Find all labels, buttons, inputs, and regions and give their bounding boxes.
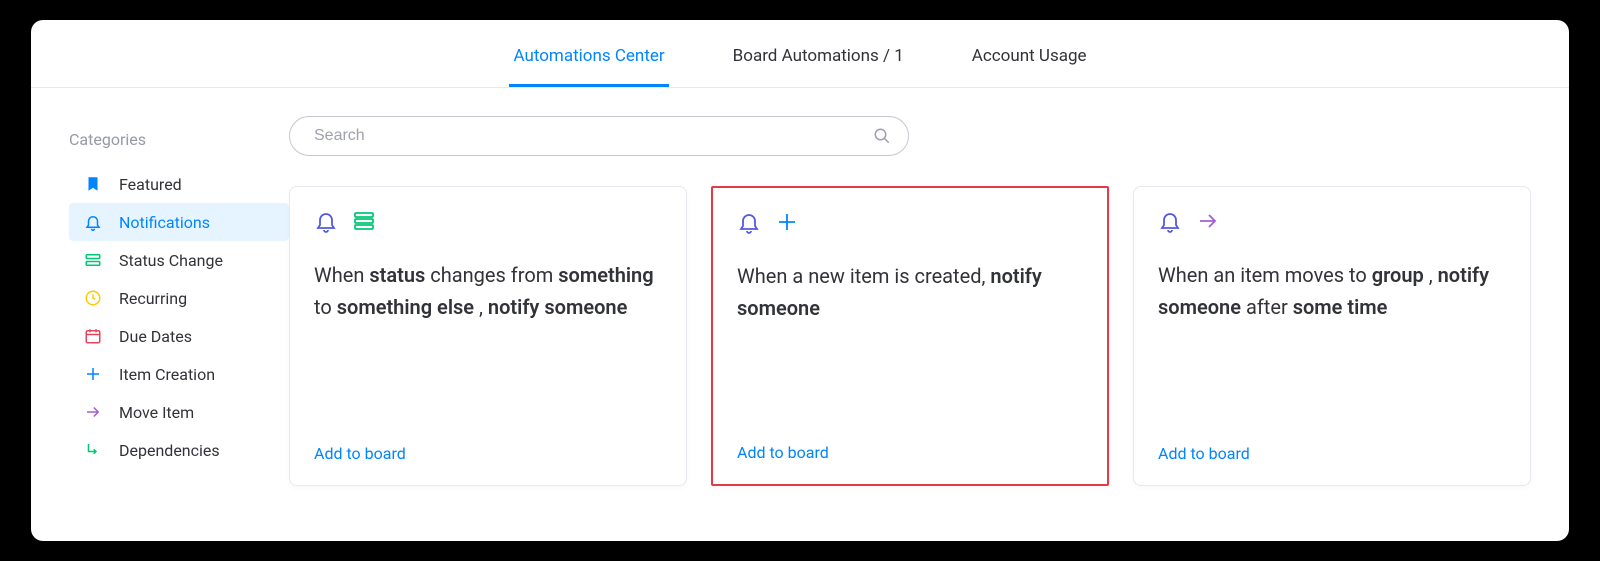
- category-dependencies[interactable]: Dependencies: [69, 431, 289, 469]
- category-label: Featured: [119, 175, 182, 194]
- category-recurring[interactable]: Recurring: [69, 279, 289, 317]
- arrow-right-icon: [83, 402, 103, 422]
- add-to-board-button[interactable]: Add to board: [314, 444, 662, 463]
- automations-window: Automations Center Board Automations / 1…: [31, 20, 1569, 541]
- calendar-icon: [83, 326, 103, 346]
- category-label: Dependencies: [119, 441, 220, 460]
- category-status-change[interactable]: Status Change: [69, 241, 289, 279]
- categories-sidebar: Categories Featured Notifications: [31, 88, 289, 541]
- category-notifications[interactable]: Notifications: [69, 203, 289, 241]
- category-label: Item Creation: [119, 365, 215, 384]
- card-icons: [1158, 209, 1506, 233]
- bell-icon: [737, 210, 761, 234]
- status-icon: [83, 250, 103, 270]
- category-label: Recurring: [119, 289, 187, 308]
- bell-icon: [314, 209, 338, 233]
- search-icon: [873, 127, 891, 145]
- search-input[interactable]: [289, 116, 909, 156]
- category-label: Move Item: [119, 403, 194, 422]
- automation-card-move-group[interactable]: When an item moves to group , notify som…: [1133, 186, 1531, 486]
- content-area: Categories Featured Notifications: [31, 88, 1569, 541]
- category-item-creation[interactable]: Item Creation: [69, 355, 289, 393]
- categories-list: Featured Notifications Status Change: [69, 165, 289, 469]
- bell-icon: [83, 212, 103, 232]
- dependency-icon: [83, 440, 103, 460]
- card-description: When a new item is created, notify someo…: [737, 260, 1083, 443]
- category-featured[interactable]: Featured: [69, 165, 289, 203]
- automation-cards: When status changes from something to so…: [289, 186, 1531, 486]
- top-tabs: Automations Center Board Automations / 1…: [31, 20, 1569, 88]
- tab-account-usage[interactable]: Account Usage: [968, 38, 1091, 87]
- automation-card-item-created[interactable]: When a new item is created, notify someo…: [711, 186, 1109, 486]
- tab-board-automations[interactable]: Board Automations / 1: [729, 38, 908, 87]
- bell-icon: [1158, 209, 1182, 233]
- arrow-right-icon: [1196, 209, 1220, 233]
- category-move-item[interactable]: Move Item: [69, 393, 289, 431]
- plus-icon: [83, 364, 103, 384]
- category-label: Notifications: [119, 213, 210, 232]
- plus-icon: [775, 210, 799, 234]
- main-panel: When status changes from something to so…: [289, 88, 1569, 541]
- category-due-dates[interactable]: Due Dates: [69, 317, 289, 355]
- automation-card-status-change[interactable]: When status changes from something to so…: [289, 186, 687, 486]
- tab-automations-center[interactable]: Automations Center: [509, 38, 668, 87]
- bookmark-icon: [83, 174, 103, 194]
- add-to-board-button[interactable]: Add to board: [1158, 444, 1506, 463]
- search-wrap: [289, 116, 909, 156]
- card-icons: [314, 209, 662, 233]
- add-to-board-button[interactable]: Add to board: [737, 443, 1083, 462]
- category-label: Due Dates: [119, 327, 192, 346]
- card-description: When status changes from something to so…: [314, 259, 662, 444]
- card-description: When an item moves to group , notify som…: [1158, 259, 1506, 444]
- card-icons: [737, 210, 1083, 234]
- sidebar-title: Categories: [69, 130, 289, 149]
- category-label: Status Change: [119, 251, 223, 270]
- status-icon: [352, 209, 376, 233]
- clock-icon: [83, 288, 103, 308]
